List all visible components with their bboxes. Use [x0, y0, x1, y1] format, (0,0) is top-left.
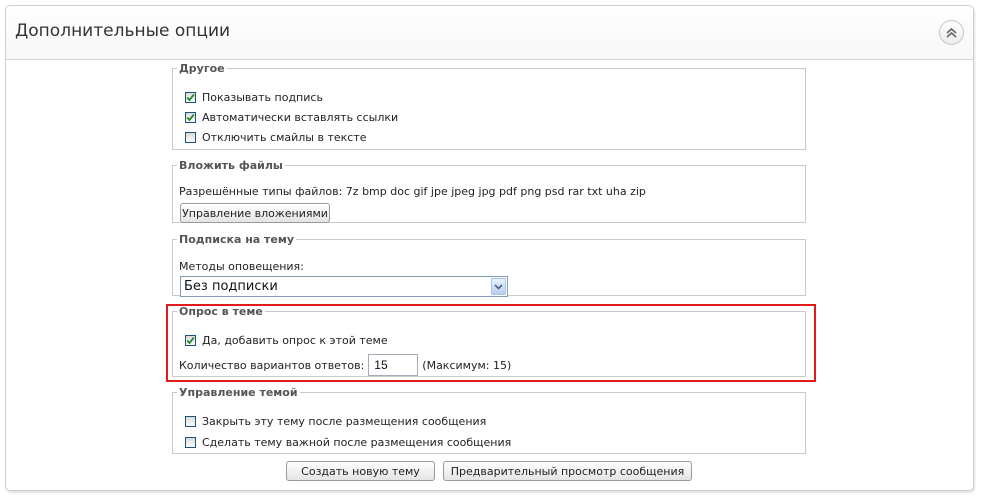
- checkmark-icon: [186, 114, 195, 122]
- option-close-topic[interactable]: Закрыть эту тему после размещения сообще…: [185, 415, 486, 428]
- fieldset-subscription-legend: Подписка на тему: [179, 233, 295, 246]
- fieldset-attachments-legend: Вложить файлы: [179, 159, 283, 172]
- checkbox-auto-links[interactable]: [185, 112, 196, 123]
- option-auto-links[interactable]: Автоматически вставлять ссылки: [185, 111, 398, 124]
- checkbox-disable-smilies[interactable]: [185, 132, 196, 143]
- fieldset-other-legend: Другое: [179, 62, 225, 75]
- allowed-file-types: Разрешённые типы файлов: 7z bmp doc gif …: [179, 185, 646, 198]
- checkbox-close-topic[interactable]: [185, 416, 196, 427]
- fieldset-topic-management: Управление темой Закрыть эту тему после …: [172, 386, 806, 454]
- fieldset-poll: Опрос в теме Да, добавить опрос к этой т…: [172, 305, 806, 377]
- panel-title: Дополнительные опции: [15, 21, 231, 41]
- option-label: Показывать подпись: [202, 91, 323, 104]
- fieldset-other: Другое Показывать подпись Автоматически …: [172, 62, 806, 150]
- fieldset-subscription: Подписка на тему Методы оповещения: Без …: [172, 233, 806, 297]
- option-label: Автоматически вставлять ссылки: [202, 111, 399, 124]
- allowed-file-types-text: Разрешённые типы файлов: 7z bmp doc gif …: [179, 185, 646, 198]
- option-disable-smilies[interactable]: Отключить смайлы в тексте: [185, 131, 367, 144]
- poll-max-note: (Максимум: 15): [422, 358, 512, 372]
- fieldset-poll-legend: Опрос в теме: [179, 305, 263, 318]
- collapse-button[interactable]: [939, 20, 964, 45]
- create-topic-button[interactable]: Создать новую тему: [286, 461, 435, 481]
- checkmark-icon: [186, 337, 195, 345]
- notification-methods-label: Методы оповещения:: [179, 260, 304, 273]
- option-show-signature[interactable]: Показывать подпись: [185, 91, 323, 104]
- preview-message-button[interactable]: Предварительный просмотр сообщения: [443, 461, 692, 481]
- panel-header: Дополнительные опции: [6, 6, 973, 60]
- manage-attachments-button[interactable]: Управление вложениями: [180, 203, 330, 223]
- option-label: Сделать тему важной после размещения соо…: [202, 436, 512, 449]
- fieldset-topic-management-legend: Управление темой: [179, 386, 298, 399]
- fieldset-attachments: Вложить файлы Разрешённые типы файлов: 7…: [172, 159, 806, 223]
- checkbox-sticky-topic[interactable]: [185, 437, 196, 448]
- double-chevron-up-icon: [946, 27, 957, 38]
- poll-options-count-label: Количество вариантов ответов:: [179, 358, 365, 372]
- subscription-select[interactable]: Без подписки: [180, 276, 508, 297]
- option-label: Отключить смайлы в тексте: [202, 131, 367, 144]
- poll-options-count-input[interactable]: [368, 354, 419, 376]
- notification-methods-text: Методы оповещения:: [179, 260, 304, 273]
- option-add-poll[interactable]: Да, добавить опрос к этой теме: [185, 334, 388, 347]
- subscription-selected-value: Без подписки: [184, 279, 278, 294]
- option-label: Закрыть эту тему после размещения сообще…: [202, 415, 487, 428]
- checkbox-show-signature[interactable]: [185, 92, 196, 103]
- option-label: Да, добавить опрос к этой теме: [202, 334, 388, 347]
- checkmark-icon: [186, 94, 195, 102]
- poll-options-count-row: Количество вариантов ответов: (Максимум:…: [179, 354, 511, 376]
- chevron-down-icon: [494, 283, 503, 290]
- option-sticky-topic[interactable]: Сделать тему важной после размещения соо…: [185, 436, 511, 449]
- checkbox-add-poll[interactable]: [185, 335, 196, 346]
- dropdown-arrow[interactable]: [491, 278, 506, 295]
